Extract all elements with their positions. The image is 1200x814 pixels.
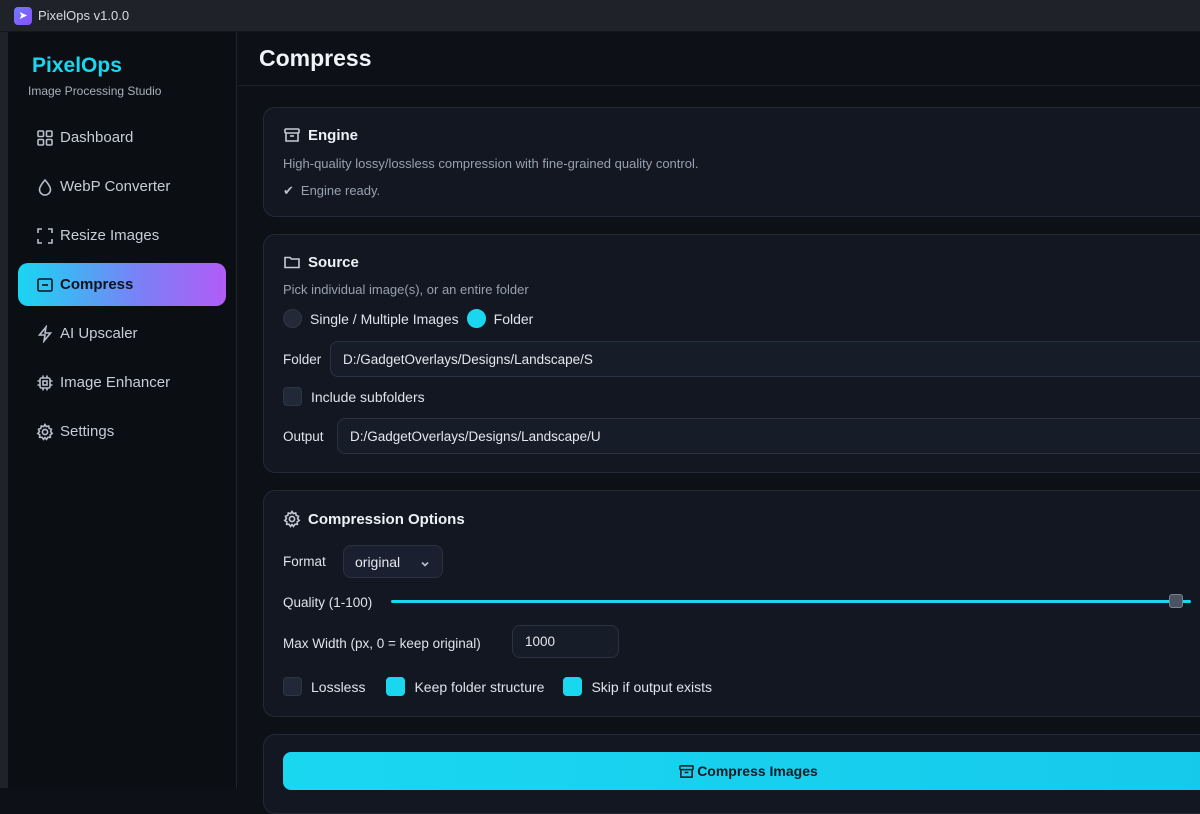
- output-path-field[interactable]: D:/GadgetOverlays/Designs/Landscape/U: [337, 418, 1200, 454]
- app-logo-icon: ➤: [14, 6, 32, 25]
- lossless-checkbox[interactable]: [283, 677, 302, 696]
- keep-folder-structure-checkbox[interactable]: [386, 677, 406, 696]
- radio-folder[interactable]: [466, 309, 486, 328]
- options-checkbox-row: Lossless Keep folder structure Skip if o…: [283, 677, 712, 696]
- engine-title: Engine: [308, 126, 359, 144]
- include-subfolders-row: Include subfolders: [283, 387, 425, 406]
- radio-single-multiple[interactable]: [283, 309, 302, 328]
- crop-frame-icon: [36, 227, 54, 245]
- source-card: Source Pick individual image(s), or an e…: [263, 234, 1200, 473]
- folder-label: Folder: [283, 352, 322, 367]
- options-title: Compression Options: [308, 510, 465, 528]
- skip-if-exists-label: Skip if output exists: [591, 678, 713, 695]
- include-subfolders-label: Include subfolders: [311, 388, 425, 405]
- page-title: Compress: [259, 45, 372, 71]
- engine-card: Engine High-quality lossy/lossless compr…: [263, 107, 1200, 217]
- source-card-heading: Source: [283, 253, 359, 271]
- sidebar-item-label: Settings: [60, 423, 115, 440]
- engine-status-text: Engine ready.: [300, 183, 381, 198]
- output-label: Output: [283, 429, 324, 444]
- keep-folder-structure-label: Keep folder structure: [414, 678, 545, 695]
- compression-options-card: Compression Options Format original Qual…: [263, 490, 1200, 717]
- engine-status: ✔ Engine ready.: [283, 183, 380, 199]
- sidebar-item-webp-converter[interactable]: WebP Converter: [18, 165, 226, 208]
- include-subfolders-checkbox[interactable]: [283, 387, 302, 406]
- sidebar-item-resize-images[interactable]: Resize Images: [18, 214, 226, 257]
- chevron-down-icon: [420, 556, 430, 567]
- sidebar-item-label: Compress: [60, 276, 134, 293]
- format-select[interactable]: original: [343, 545, 443, 578]
- sidebar-item-label: Dashboard: [60, 129, 134, 146]
- sidebar-item-dashboard[interactable]: Dashboard: [18, 116, 226, 159]
- folder-path-field[interactable]: D:/GadgetOverlays/Designs/Landscape/S: [330, 341, 1200, 377]
- engine-card-heading: Engine: [283, 126, 358, 144]
- quality-label: Quality (1-100): [283, 595, 373, 610]
- action-card: Compress Images: [263, 734, 1200, 814]
- sidebar-item-label: WebP Converter: [60, 178, 171, 195]
- main-content: Compress Engine High-quality lossy/lossl…: [238, 32, 1200, 814]
- droplet-icon: [36, 178, 54, 196]
- format-select-value: original: [355, 553, 401, 570]
- sidebar-item-settings[interactable]: Settings: [18, 410, 226, 453]
- archive-icon: [679, 764, 695, 778]
- brand-tagline: Image Processing Studio: [28, 84, 162, 98]
- sidebar-item-compress[interactable]: Compress: [18, 263, 226, 306]
- format-label: Format: [283, 554, 326, 569]
- sidebar-item-label: AI Upscaler: [60, 325, 138, 342]
- brand-name: PixelOps: [32, 54, 122, 77]
- window-frame-edge: [0, 32, 8, 788]
- source-mode-group: Single / Multiple Images Folder: [283, 309, 533, 328]
- radio-label-folder: Folder: [493, 310, 534, 327]
- compress-icon: [36, 276, 54, 294]
- gear-icon: [283, 510, 301, 528]
- max-width-label: Max Width (px, 0 = keep original): [283, 636, 481, 651]
- chip-icon: [36, 374, 54, 392]
- source-title: Source: [308, 253, 359, 271]
- window-title: PixelOps v1.0.0: [38, 8, 130, 23]
- compress-images-button[interactable]: Compress Images: [283, 752, 1200, 790]
- max-width-input[interactable]: 1000: [512, 625, 619, 658]
- archive-icon: [284, 128, 300, 142]
- compress-images-label: Compress Images: [697, 763, 818, 779]
- lightning-icon: [36, 324, 54, 343]
- sidebar-item-label: Resize Images: [60, 227, 160, 244]
- sidebar-item-ai-upscaler[interactable]: AI Upscaler: [18, 312, 226, 355]
- source-hint: Pick individual image(s), or an entire f…: [283, 282, 529, 297]
- checkmark-icon: ✔: [283, 183, 294, 198]
- grid-icon: [36, 129, 54, 147]
- folder-icon: [284, 256, 300, 269]
- sidebar-nav: Dashboard WebP Converter Resize Images C…: [18, 116, 226, 459]
- page-header: Compress: [238, 32, 1200, 86]
- sidebar: PixelOps Image Processing Studio Dashboa…: [8, 32, 237, 788]
- sidebar-item-label: Image Enhancer: [60, 374, 171, 391]
- window-titlebar: ➤ PixelOps v1.0.0: [0, 0, 1200, 32]
- sidebar-item-image-enhancer[interactable]: Image Enhancer: [18, 361, 226, 404]
- radio-label-single-multiple: Single / Multiple Images: [310, 310, 459, 327]
- options-card-heading: Compression Options: [283, 510, 465, 528]
- skip-if-exists-checkbox[interactable]: [563, 677, 583, 696]
- gear-icon: [36, 422, 54, 441]
- engine-description: High-quality lossy/lossless compression …: [283, 156, 699, 171]
- quality-slider-thumb[interactable]: [1169, 594, 1183, 608]
- lossless-label: Lossless: [311, 678, 366, 695]
- quality-slider-track[interactable]: [391, 600, 1191, 603]
